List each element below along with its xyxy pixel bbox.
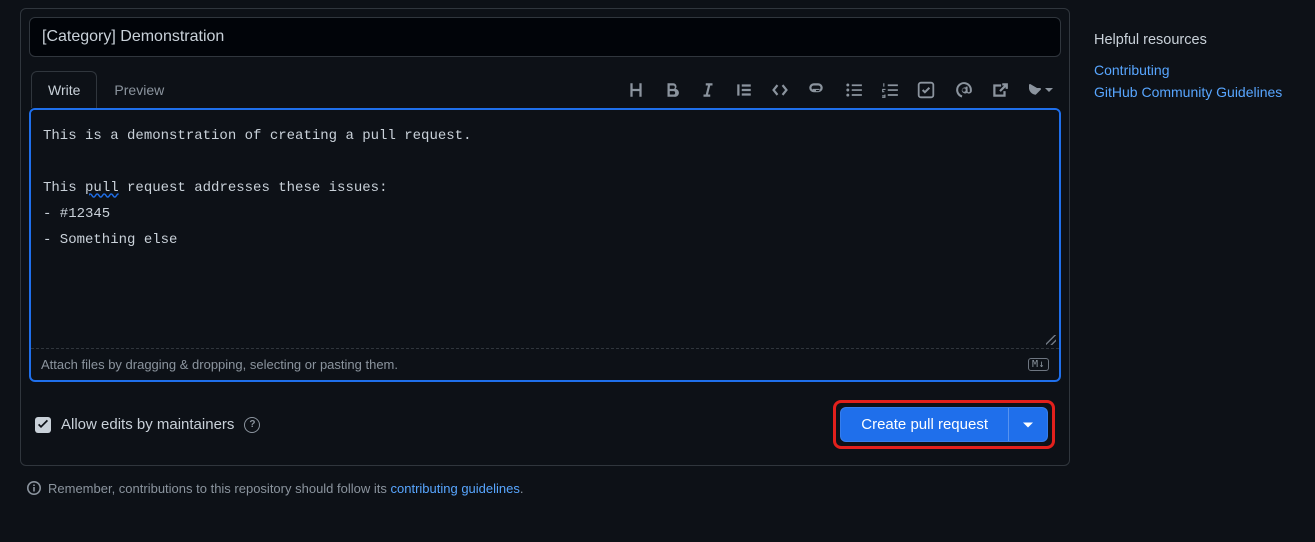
- pr-form-card: Write Preview: [20, 8, 1070, 466]
- markdown-badge-icon[interactable]: M↓: [1028, 358, 1049, 371]
- heading-icon[interactable]: [627, 81, 645, 99]
- italic-icon[interactable]: [699, 81, 717, 99]
- allow-edits-row: Allow edits by maintainers ?: [35, 416, 260, 433]
- body-editor-wrap: This is a demonstration of creating a pu…: [29, 108, 1061, 382]
- quote-icon[interactable]: [735, 81, 753, 99]
- bold-icon[interactable]: [663, 81, 681, 99]
- tab-preview[interactable]: Preview: [97, 71, 181, 108]
- pr-title-input[interactable]: [29, 17, 1061, 57]
- reply-icon[interactable]: [1027, 81, 1053, 99]
- allow-edits-label: Allow edits by maintainers: [61, 416, 234, 433]
- footer-hint: Remember, contributions to this reposito…: [20, 480, 1070, 496]
- create-pr-highlight: Create pull request: [833, 400, 1055, 449]
- attach-hint-text[interactable]: Attach files by dragging & dropping, sel…: [41, 357, 398, 372]
- code-icon[interactable]: [771, 81, 789, 99]
- numbered-list-icon[interactable]: [881, 81, 899, 99]
- tasklist-icon[interactable]: [917, 81, 935, 99]
- allow-edits-checkbox[interactable]: [35, 417, 51, 433]
- contributing-link[interactable]: Contributing: [1094, 62, 1295, 78]
- cross-reference-icon[interactable]: [991, 81, 1009, 99]
- mention-icon[interactable]: [955, 81, 973, 99]
- community-guidelines-link[interactable]: GitHub Community Guidelines: [1094, 84, 1295, 100]
- bullet-list-icon[interactable]: [845, 81, 863, 99]
- editor-tab-row: Write Preview: [29, 71, 1061, 108]
- info-icon: [26, 480, 42, 496]
- info-icon[interactable]: ?: [244, 417, 260, 433]
- markdown-toolbar: [627, 81, 1053, 99]
- tab-write[interactable]: Write: [31, 71, 97, 108]
- link-icon[interactable]: [807, 81, 825, 99]
- create-pull-request-button[interactable]: Create pull request: [841, 408, 1008, 441]
- contributing-guidelines-link[interactable]: contributing guidelines: [391, 481, 520, 496]
- create-pr-dropdown-caret[interactable]: [1008, 408, 1047, 441]
- sidebar-title: Helpful resources: [1094, 32, 1295, 48]
- pr-body-textarea[interactable]: This is a demonstration of creating a pu…: [31, 110, 1059, 348]
- helpful-resources-sidebar: Helpful resources Contributing GitHub Co…: [1070, 8, 1315, 496]
